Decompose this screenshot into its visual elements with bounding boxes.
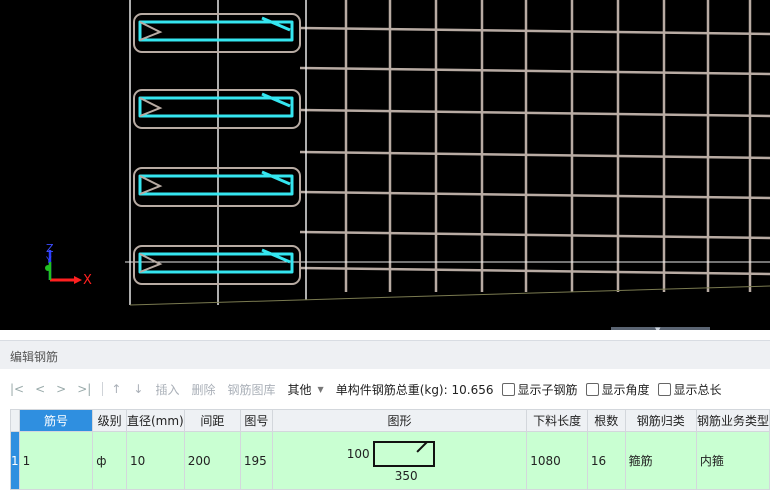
chevron-down-icon: ▼	[655, 326, 661, 330]
col-header-grade[interactable]: 级别	[92, 409, 127, 432]
cell-spacing[interactable]: 200	[183, 431, 241, 490]
panel-header: 编辑钢筋	[0, 340, 770, 369]
axis-y-label: Y	[45, 256, 52, 266]
caret-down-icon[interactable]: ▼	[318, 385, 324, 394]
row-index-header	[10, 409, 20, 432]
cell-grade[interactable]: ф	[92, 431, 127, 490]
mesh-horizontal-bar	[299, 266, 770, 276]
stirrup-hook	[261, 170, 291, 186]
rebar-3d-model: ZY X	[45, 0, 770, 306]
checkbox-label: 显示子钢筋	[517, 382, 578, 397]
cell-business-type[interactable]: 内箍	[695, 431, 770, 490]
first-record-button[interactable]: |<	[10, 382, 24, 396]
col-header-business-type[interactable]: 钢筋业务类型	[695, 409, 770, 432]
other-menu-button[interactable]: 其他	[288, 381, 312, 398]
col-header-count[interactable]: 根数	[586, 409, 626, 432]
col-header-spacing[interactable]: 间距	[183, 409, 241, 432]
checkbox-icon[interactable]	[585, 382, 599, 396]
checkbox-icon[interactable]	[657, 382, 671, 396]
cell-shape[interactable]: 100 350	[271, 431, 528, 490]
axis-x-label: X	[83, 273, 92, 288]
edge-line	[129, 285, 770, 306]
mesh-horizontal-bar	[299, 230, 770, 240]
stirrup-shape-icon	[372, 441, 435, 467]
table-header-row: 筋号 级别 直径(mm) 间距 图号 图形 下料长度 根数 钢筋归类 钢筋业务类…	[10, 409, 770, 432]
col-header-diameter[interactable]: 直径(mm)	[126, 409, 185, 432]
stirrup-inner	[138, 174, 294, 196]
mesh-horizontal-bar	[299, 190, 770, 200]
col-header-category[interactable]: 钢筋归类	[624, 409, 697, 432]
move-down-button[interactable]: ↓	[133, 382, 143, 396]
rebar-toolbar: |< < > >| ↑ ↓ 插入 删除 钢筋图库 其他 ▼ 单构件钢筋总重(kg…	[10, 378, 770, 400]
col-header-cut-length[interactable]: 下料长度	[526, 409, 588, 432]
cell-figure-no[interactable]: 195	[239, 431, 273, 490]
mesh-horizontal-bar	[299, 150, 770, 160]
shape-dimension-b: 350	[394, 469, 418, 483]
col-header-bar-no[interactable]: 筋号	[18, 409, 94, 432]
stirrup-hook	[261, 248, 291, 264]
stirrup-inner	[138, 252, 294, 274]
row-index[interactable]: 1	[10, 431, 20, 490]
3d-viewport[interactable]: ZY X ▼	[0, 0, 770, 330]
total-weight: 单构件钢筋总重(kg): 10.656	[336, 381, 494, 398]
stirrup-hook	[139, 175, 163, 195]
show-sub-rebar-checkbox[interactable]: 显示子钢筋	[501, 381, 578, 398]
stirrup-inner	[138, 96, 294, 118]
viewport-scroll-handle[interactable]: ▼	[611, 326, 710, 330]
insert-button[interactable]: 插入	[155, 381, 179, 398]
delete-button[interactable]: 删除	[191, 381, 215, 398]
checkbox-label: 显示总长	[673, 382, 722, 397]
cell-bar-no[interactable]: 1	[18, 431, 94, 490]
mesh-horizontal-bar	[299, 26, 770, 36]
stirrup-hook	[261, 92, 291, 108]
panel-title: 编辑钢筋	[10, 350, 59, 364]
axis-z-label: Z	[46, 242, 54, 255]
col-header-figure-no[interactable]: 图号	[239, 409, 273, 432]
col-header-shape[interactable]: 图形	[271, 409, 528, 432]
stirrup-hook	[139, 253, 163, 273]
next-record-button[interactable]: >	[56, 382, 66, 396]
shape-dimension-a: 100	[346, 447, 370, 461]
move-up-button[interactable]: ↑	[111, 382, 121, 396]
mesh-horizontal-bar	[299, 66, 770, 76]
cell-count[interactable]: 16	[586, 431, 626, 490]
prev-record-button[interactable]: <	[35, 382, 45, 396]
cell-category[interactable]: 箍筋	[624, 431, 697, 490]
axis-x-arrow	[74, 276, 82, 284]
cell-diameter[interactable]: 10	[126, 431, 185, 490]
stirrup-hook	[139, 97, 163, 117]
checkbox-icon[interactable]	[501, 382, 515, 396]
toolbar-divider	[102, 382, 104, 396]
cell-cut-length[interactable]: 1080	[526, 431, 588, 490]
last-record-button[interactable]: >|	[77, 382, 91, 396]
total-weight-value: 10.656	[451, 382, 494, 397]
show-angle-checkbox[interactable]: 显示角度	[585, 381, 650, 398]
show-total-length-checkbox[interactable]: 显示总长	[657, 381, 722, 398]
stirrup-hook	[139, 21, 163, 41]
stirrup-hook	[261, 16, 291, 32]
table-row[interactable]: 1 1 ф 10 200 195 100 350 1080 16 箍筋 内箍	[10, 431, 770, 490]
rebar-library-button[interactable]: 钢筋图库	[228, 381, 276, 398]
rebar-table: 筋号 级别 直径(mm) 间距 图号 图形 下料长度 根数 钢筋归类 钢筋业务类…	[10, 409, 770, 490]
checkbox-label: 显示角度	[601, 382, 650, 397]
mesh-horizontal-bar	[299, 108, 770, 118]
total-weight-label: 单构件钢筋总重(kg):	[335, 382, 448, 397]
stirrup-inner	[138, 20, 294, 42]
